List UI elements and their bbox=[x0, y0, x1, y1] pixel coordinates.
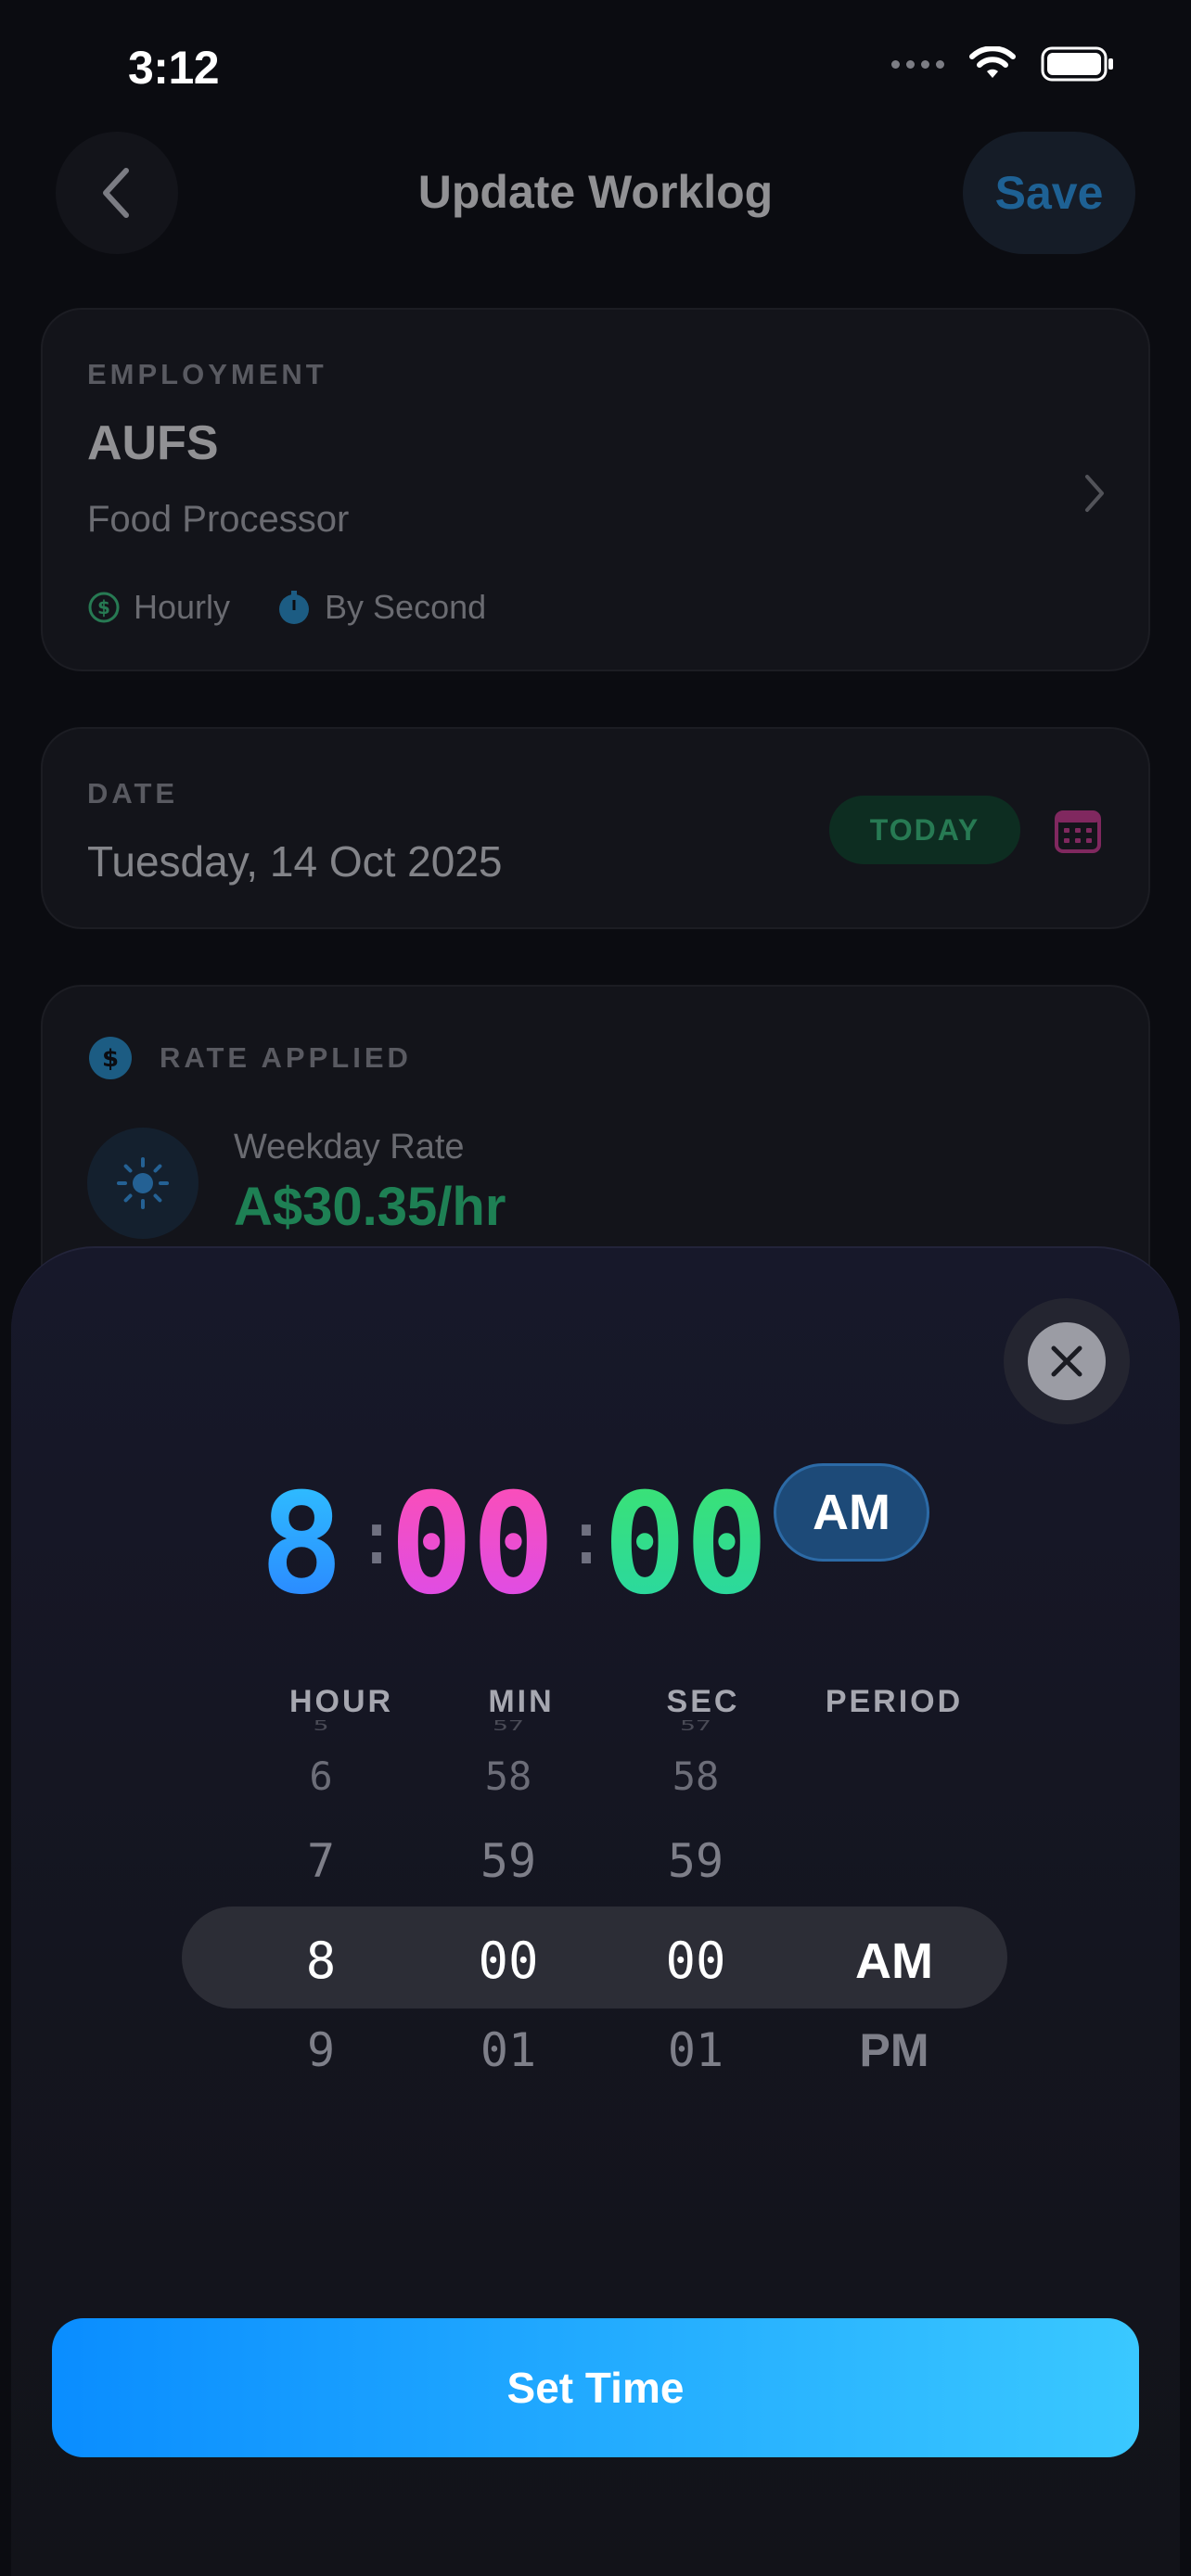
save-button[interactable]: Save bbox=[963, 132, 1135, 254]
time-picker-sheet: 8 : 00 : 00 AM HOUR MIN SEC PERIOD 5 6 7… bbox=[11, 1246, 1180, 2576]
close-icon bbox=[1051, 1345, 1082, 1377]
wheel-item[interactable]: 02 bbox=[416, 2096, 601, 2101]
period-item[interactable]: PM bbox=[801, 2018, 987, 2083]
wheel-item[interactable]: 7 bbox=[228, 1829, 414, 1894]
wheel-item[interactable]: 01 bbox=[416, 2018, 601, 2083]
employment-tags: $ Hourly By Second bbox=[87, 588, 486, 627]
tracking-label: By Second bbox=[325, 588, 487, 626]
date-card[interactable]: DATE Tuesday, 14 Oct 2025 TODAY bbox=[41, 727, 1150, 929]
wheel-item[interactable]: 58 bbox=[416, 1749, 601, 1804]
hour-wheel[interactable]: 5 6 7 8 9 10 11 bbox=[228, 1712, 414, 2101]
tracking-tag: By Second bbox=[276, 588, 486, 627]
wheel-item[interactable]: 6 bbox=[228, 1749, 414, 1804]
wheel-item[interactable]: 57 bbox=[603, 1717, 788, 1734]
wheel-item[interactable]: 59 bbox=[603, 1829, 788, 1894]
job-role: Food Processor bbox=[87, 499, 350, 540]
svg-text:$: $ bbox=[102, 1045, 119, 1073]
colon-separator: : bbox=[564, 1495, 609, 1581]
svg-text:$: $ bbox=[97, 596, 110, 618]
sun-badge bbox=[87, 1128, 198, 1239]
employment-card[interactable]: EMPLOYMENT AUFS Food Processor $ Hourly bbox=[41, 308, 1150, 671]
sun-icon bbox=[117, 1157, 169, 1209]
rate-header: $ RATE APPLIED bbox=[87, 1035, 412, 1081]
period-wheel[interactable]: AM PM bbox=[801, 1712, 987, 2101]
dollar-badge-icon: $ bbox=[89, 1037, 132, 1079]
wheel-item-selected[interactable]: 8 bbox=[228, 1919, 414, 2003]
rate-label: RATE APPLIED bbox=[160, 1041, 412, 1074]
wheel-item-selected[interactable]: 00 bbox=[603, 1919, 788, 2003]
wheel-item[interactable]: 59 bbox=[416, 1829, 601, 1894]
second-display: 00 bbox=[603, 1461, 769, 1628]
wheel-item[interactable]: 57 bbox=[416, 1717, 601, 1734]
time-display: 8 : 00 : 00 bbox=[11, 1461, 1180, 1628]
date-label: DATE bbox=[87, 777, 179, 810]
wheel-item[interactable]: 02 bbox=[603, 2096, 788, 2101]
wheel-item[interactable]: 5 bbox=[228, 1717, 414, 1734]
company-name: AUFS bbox=[87, 416, 219, 470]
period-toggle[interactable]: AM bbox=[774, 1463, 929, 1562]
close-button[interactable] bbox=[1004, 1298, 1130, 1424]
set-time-button[interactable]: Set Time bbox=[52, 2318, 1139, 2457]
minute-wheel[interactable]: 57 58 59 00 01 02 03 bbox=[416, 1712, 601, 2101]
close-button-circle[interactable] bbox=[1028, 1322, 1106, 1400]
second-wheel[interactable]: 57 58 59 00 01 02 03 bbox=[603, 1712, 788, 2101]
calendar-icon[interactable] bbox=[1054, 807, 1102, 855]
minute-display: 00 bbox=[390, 1461, 556, 1628]
wheel-item[interactable]: 01 bbox=[603, 2018, 788, 2083]
today-button[interactable]: TODAY bbox=[829, 796, 1020, 864]
wheel-item[interactable]: 58 bbox=[603, 1749, 788, 1804]
pay-type-label: Hourly bbox=[134, 588, 231, 626]
employment-label: EMPLOYMENT bbox=[87, 358, 327, 390]
date-value: Tuesday, 14 Oct 2025 bbox=[87, 837, 503, 886]
rate-name: Weekday Rate bbox=[234, 1128, 465, 1167]
dollar-circle-icon: $ bbox=[88, 592, 120, 623]
wheel-item[interactable]: 10 bbox=[228, 2096, 414, 2101]
wheel-item-selected[interactable]: 00 bbox=[416, 1919, 601, 2003]
pay-type-tag: $ Hourly bbox=[87, 588, 230, 627]
stopwatch-icon bbox=[279, 591, 310, 624]
chevron-right-icon bbox=[1085, 475, 1104, 512]
period-item-selected[interactable]: AM bbox=[801, 1919, 987, 2003]
rate-value: A$30.35/hr bbox=[234, 1177, 506, 1237]
screen: 3:12 Update Worklog Save EMPLOYMENT AUFS… bbox=[0, 0, 1191, 2576]
wheel-item[interactable]: 9 bbox=[228, 2018, 414, 2083]
hour-display: 8 bbox=[260, 1461, 343, 1628]
